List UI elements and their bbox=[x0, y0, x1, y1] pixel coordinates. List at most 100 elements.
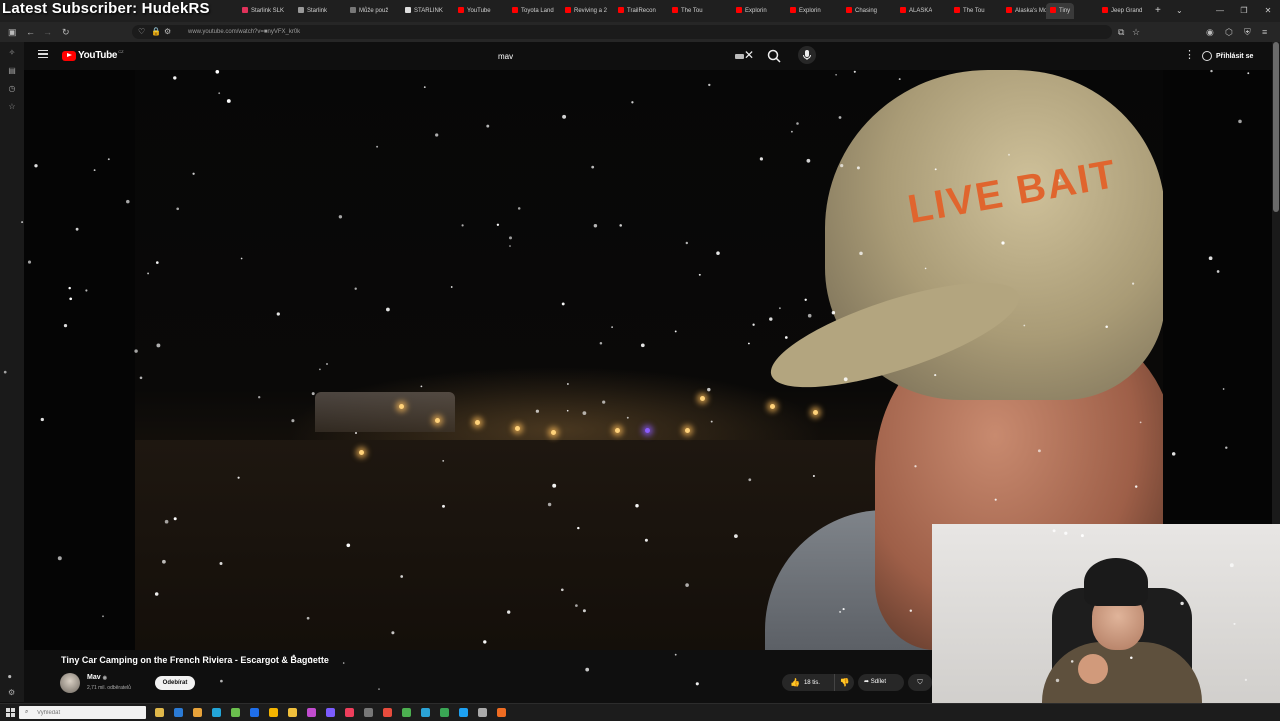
taskbar-app-icon[interactable] bbox=[326, 708, 335, 717]
browser-tab[interactable]: The Tou bbox=[672, 3, 703, 19]
channel-name-row[interactable]: Mav ◉ bbox=[87, 674, 107, 681]
browser-tab[interactable]: Jeep Grand bbox=[1102, 3, 1142, 19]
taskbar-app-icon[interactable] bbox=[288, 708, 297, 717]
taskbar-app-icon[interactable] bbox=[383, 708, 392, 717]
taskbar-app-icon[interactable] bbox=[269, 708, 278, 717]
reload-icon[interactable]: ↻ bbox=[62, 26, 70, 38]
ai-sparkle-icon[interactable]: ✧ bbox=[7, 48, 17, 58]
browser-tab[interactable]: Chasing bbox=[846, 3, 877, 19]
taskbar-app-icon[interactable] bbox=[478, 708, 487, 717]
tab-label: Alaska's Mo bbox=[1015, 8, 1048, 14]
search-input[interactable] bbox=[498, 49, 758, 63]
youtube-masthead: YouTube CZ ✕ ⋮ Přihlásit se bbox=[24, 42, 1272, 70]
browser-menu-icon[interactable]: ≡ bbox=[1262, 26, 1267, 38]
windows-start-icon[interactable] bbox=[6, 708, 15, 717]
share-button[interactable]: ➦ Sdílet bbox=[858, 674, 904, 691]
favorites-icon[interactable]: ☆ bbox=[7, 102, 17, 112]
url-bar[interactable]: ♡ 🔒 ⚙ www.youtube.com/watch?v=■nyVFX_kr0… bbox=[132, 25, 1112, 39]
tab-label: YouTube bbox=[467, 8, 491, 14]
shield-icon[interactable]: ⛨ bbox=[1244, 26, 1251, 38]
subscribe-button[interactable]: Odebírat bbox=[155, 676, 195, 690]
subscriber-count: 2,71 mil. odběratelů bbox=[87, 685, 131, 691]
taskbar-app-icon[interactable] bbox=[345, 708, 354, 717]
like-dislike-group: 👍 18 tis. 👎 bbox=[782, 674, 854, 691]
taskbar-app-icon[interactable] bbox=[155, 708, 164, 717]
windows-taskbar: ⌕ bbox=[0, 703, 1280, 721]
tab-label: The Tou bbox=[681, 8, 703, 14]
taskbar-app-icon[interactable] bbox=[459, 708, 468, 717]
extensions-icon[interactable]: ⬡ bbox=[1225, 26, 1233, 38]
tab-list-button[interactable]: ⌄ bbox=[1176, 3, 1183, 19]
taskbar-app-icon[interactable] bbox=[364, 708, 373, 717]
browser-tab[interactable]: Reviving a 2 bbox=[565, 3, 607, 19]
hamburger-menu-icon[interactable] bbox=[38, 50, 48, 58]
sidebar-settings-icon[interactable]: ⚙ bbox=[8, 688, 15, 697]
taskbar-app-icon[interactable] bbox=[212, 708, 221, 717]
snowflake bbox=[695, 682, 699, 686]
new-tab-button[interactable]: + bbox=[1155, 3, 1161, 19]
taskbar-app-icon[interactable] bbox=[497, 708, 506, 717]
forward-icon[interactable]: → bbox=[43, 26, 52, 38]
browser-tab[interactable]: STARLINK bbox=[405, 3, 443, 19]
scrollbar-thumb[interactable] bbox=[1273, 42, 1279, 212]
browser-tab[interactable]: Explorin bbox=[790, 3, 821, 19]
taskbar-app-icon[interactable] bbox=[421, 708, 430, 717]
tab-favicon-icon bbox=[1050, 7, 1056, 13]
microphone-icon[interactable] bbox=[798, 46, 816, 64]
thumbs-down-icon: 👎 bbox=[839, 678, 850, 687]
profile-icon[interactable]: ◉ bbox=[1206, 26, 1214, 38]
like-count: 18 tis. bbox=[803, 679, 820, 686]
heart-icon[interactable]: ♡ bbox=[138, 26, 145, 38]
browser-tab[interactable]: TrailRecon bbox=[618, 3, 656, 19]
browser-tab[interactable]: Může použ bbox=[350, 3, 388, 19]
tab-label: ALASKA bbox=[909, 8, 933, 14]
browser-tab[interactable]: Alaska's Mo bbox=[1006, 3, 1047, 19]
sidebar-toggle-icon[interactable]: ▣ bbox=[8, 26, 17, 38]
snowflake bbox=[342, 662, 345, 664]
pip-icon[interactable]: ⧉ bbox=[1118, 26, 1124, 38]
browser-tab[interactable]: YouTube bbox=[458, 3, 491, 19]
back-icon[interactable]: ← bbox=[26, 26, 35, 38]
tab-label: Může použ bbox=[359, 8, 389, 14]
wallet-icon[interactable]: ▤ bbox=[7, 66, 17, 76]
channel-name[interactable]: Mav bbox=[87, 674, 101, 681]
minimize-icon[interactable]: — bbox=[1208, 0, 1232, 22]
browser-sidebar: ✧ ▤ ◷ ☆ bbox=[0, 42, 24, 702]
channel-avatar[interactable] bbox=[60, 673, 80, 693]
browser-tab[interactable]: Tiny bbox=[1046, 3, 1075, 19]
taskbar-app-icon[interactable] bbox=[193, 708, 202, 717]
taskbar-app-icon[interactable] bbox=[402, 708, 411, 717]
browser-tab[interactable]: Starlink SLK bbox=[242, 3, 284, 19]
keyboard-icon[interactable] bbox=[735, 54, 744, 59]
lock-icon[interactable]: 🔒 bbox=[151, 26, 161, 38]
taskbar-app-icon[interactable] bbox=[250, 708, 259, 717]
tab-label: The Tou bbox=[963, 8, 985, 14]
restore-icon[interactable]: ❐ bbox=[1232, 0, 1256, 22]
taskbar-app-icon[interactable] bbox=[307, 708, 316, 717]
save-button[interactable]: ⛉ bbox=[908, 674, 932, 691]
close-window-icon[interactable]: ✕ bbox=[1256, 0, 1280, 22]
clear-search-icon[interactable]: ✕ bbox=[744, 48, 754, 62]
url-text[interactable]: www.youtube.com/watch?v=■nyVFX_kr0k bbox=[188, 25, 300, 39]
taskbar-search-input[interactable] bbox=[19, 706, 146, 719]
more-options-icon[interactable]: ⋮ bbox=[1184, 48, 1195, 61]
browser-tab[interactable]: Starlink bbox=[298, 3, 327, 19]
history-icon[interactable]: ◷ bbox=[7, 84, 17, 94]
youtube-logo[interactable]: YouTube CZ bbox=[62, 49, 124, 61]
video-title: Tiny Car Camping on the French Riviera -… bbox=[61, 655, 329, 665]
account-icon bbox=[1202, 51, 1212, 61]
browser-tab[interactable]: ALASKA bbox=[900, 3, 932, 19]
signin-button[interactable]: Přihlásit se bbox=[1202, 48, 1253, 64]
bookmark-star-icon[interactable]: ☆ bbox=[1132, 26, 1140, 38]
browser-tab[interactable]: Toyota Land bbox=[512, 3, 554, 19]
tune-icon[interactable]: ⚙ bbox=[164, 26, 171, 38]
browser-tab[interactable]: Explorin bbox=[736, 3, 767, 19]
taskbar-app-icon[interactable] bbox=[174, 708, 183, 717]
dislike-button[interactable]: 👎 bbox=[834, 674, 854, 691]
browser-tab[interactable]: The Tou bbox=[954, 3, 985, 19]
webcam-person-hand bbox=[1078, 654, 1108, 684]
like-button[interactable]: 👍 18 tis. bbox=[782, 678, 828, 687]
taskbar-app-icon[interactable] bbox=[440, 708, 449, 717]
search-icon[interactable] bbox=[766, 48, 782, 64]
taskbar-app-icon[interactable] bbox=[231, 708, 240, 717]
